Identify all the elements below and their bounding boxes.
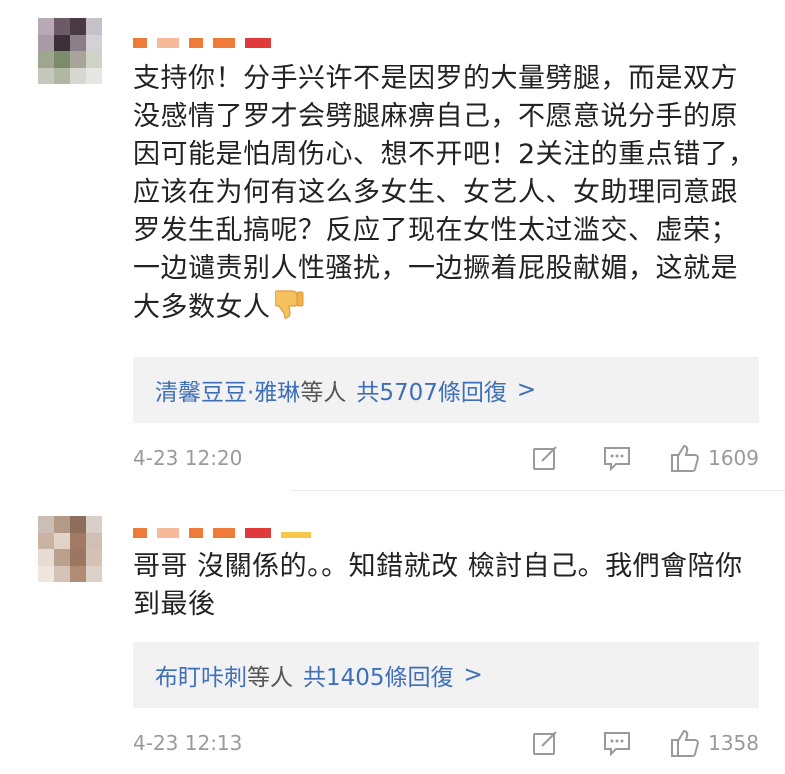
comment-meta: 4-23 12:13 1358 — [133, 727, 759, 759]
comment-meta: 4-23 12:20 1609 — [133, 442, 759, 474]
comment-text: 哥哥 沒關係的。。知錯就改 檢討自己。我們會陪你到最後 — [133, 551, 743, 620]
comment-bubble-icon — [604, 447, 631, 471]
share-button[interactable] — [532, 730, 560, 756]
comment-button[interactable] — [602, 730, 632, 756]
reply-mid: 等人 — [247, 665, 293, 691]
like-count: 1358 — [708, 731, 759, 755]
chevron-right-icon: > — [516, 377, 537, 403]
edit-share-icon — [533, 446, 557, 470]
comment-date: 4-23 12:20 — [133, 446, 243, 470]
reply-count[interactable]: 共1405條回復 — [303, 658, 454, 692]
avatar[interactable] — [38, 18, 102, 84]
edit-share-icon — [533, 731, 557, 755]
like-count: 1609 — [708, 446, 759, 470]
comment-button[interactable] — [602, 445, 632, 471]
avatar[interactable] — [38, 516, 102, 582]
thumbs-up-icon — [671, 729, 700, 757]
reply-summary-button[interactable]: 布盯咔刺 等人 共1405條回復 > — [133, 642, 759, 708]
like-button[interactable]: 1358 — [670, 728, 759, 758]
reply-mid: 等人 — [300, 380, 347, 406]
thumbs-up-icon — [671, 444, 700, 472]
like-button[interactable]: 1609 — [670, 443, 759, 473]
username-redacted[interactable] — [133, 30, 271, 48]
reply-summary-button[interactable]: 清馨豆豆·雅琳 等人 共5707條回復 > — [133, 357, 759, 423]
comment-date: 4-23 12:13 — [133, 731, 243, 755]
comment-item: 哥哥 沒關係的。。知錯就改 檢討自己。我們會陪你到最後 布盯咔刺 等人 共140… — [0, 490, 785, 774]
comment-text: 支持你！分手兴许不是因罗的大量劈腿，而是双方没感情了罗才会劈腿麻痹自己，不愿意说… — [133, 60, 763, 331]
thumbs-down-emoji — [273, 288, 305, 331]
comment-item: 支持你！分手兴许不是因罗的大量劈腿，而是双方没感情了罗才会劈腿麻痹自己，不愿意说… — [0, 0, 785, 490]
comment-bubble-icon — [604, 732, 631, 756]
reply-names[interactable]: 布盯咔刺 — [155, 658, 247, 692]
username-redacted[interactable] — [133, 520, 311, 538]
reply-count[interactable]: 共5707條回復 — [356, 373, 507, 407]
chevron-right-icon: > — [463, 662, 483, 688]
reply-names[interactable]: 清馨豆豆·雅琳 — [155, 373, 300, 407]
share-button[interactable] — [532, 445, 560, 471]
